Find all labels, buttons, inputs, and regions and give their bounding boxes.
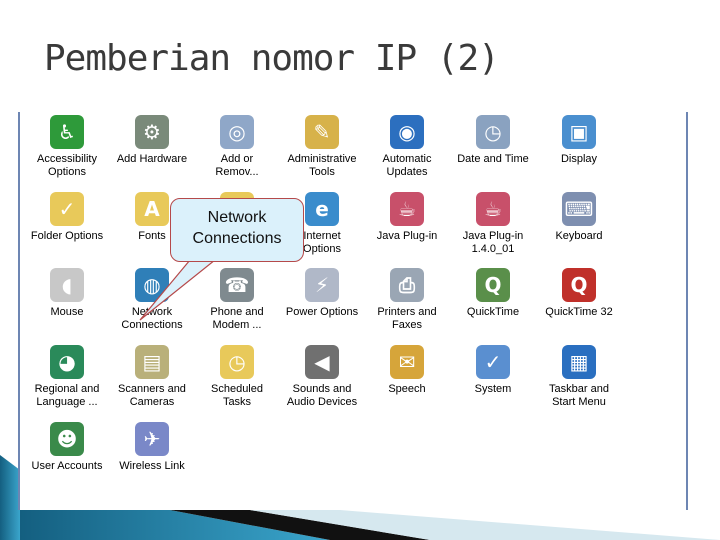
callout-line-1: Network [207,209,267,226]
network-connections-callout: Network Connections [170,198,304,262]
callout-line-2: Connections [192,230,282,247]
callout-pointer [139,259,217,321]
